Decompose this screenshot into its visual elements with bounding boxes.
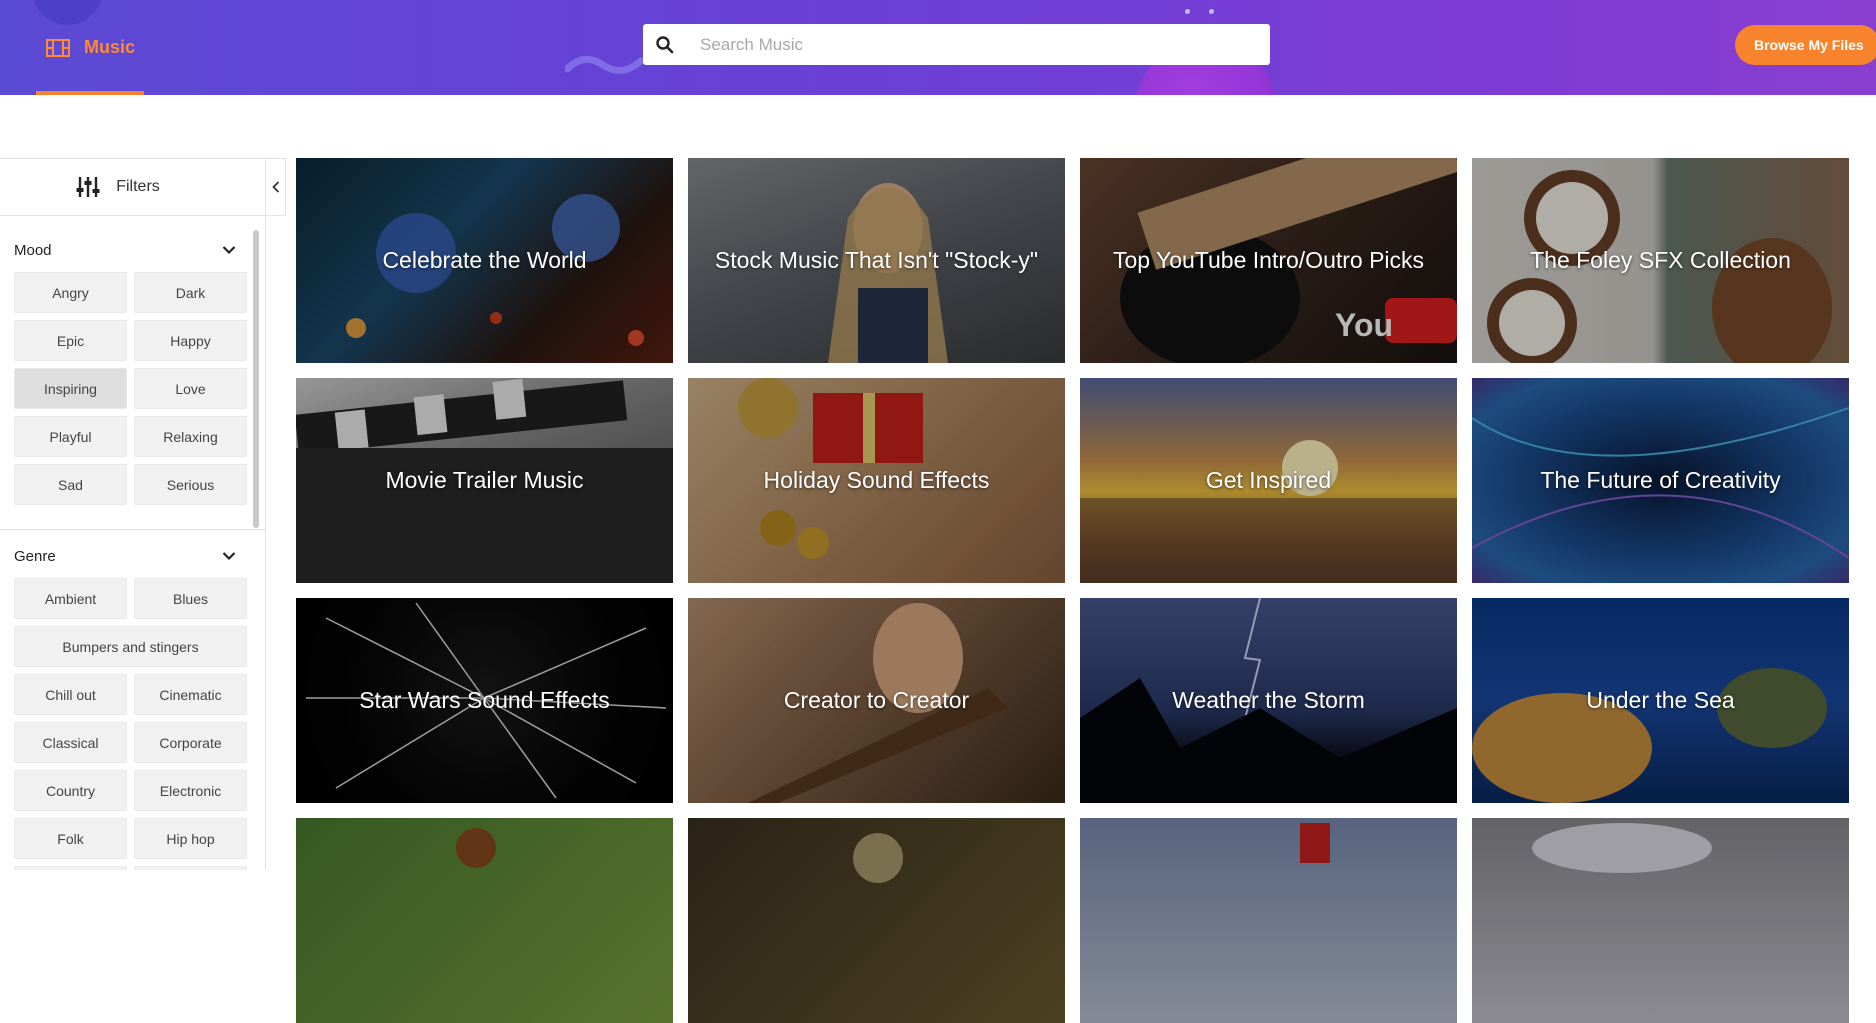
collection-title: The Foley SFX Collection [1530,247,1791,273]
collection-card[interactable]: Star Wars Sound Effects [296,598,673,803]
chevron-left-icon [271,181,279,193]
collection-card[interactable]: You Top YouTube Intro/Outro Picks [1080,158,1457,363]
collection-card[interactable] [688,818,1065,1023]
collection-card[interactable]: Holiday Sound Effects [688,378,1065,583]
genre-chip-bumpers-and-stingers[interactable]: Bumpers and stingers [14,626,247,667]
search-bar[interactable] [643,24,1270,65]
mood-chip-serious[interactable]: Serious [134,464,247,505]
mood-chip-relaxing[interactable]: Relaxing [134,416,247,457]
collection-title: Stock Music That Isn't "Stock-y" [714,247,1039,273]
collection-title: Top YouTube Intro/Outro Picks [1112,247,1425,273]
mood-options: Angry Dark Epic Happy Inspiring Love Pla… [14,272,252,505]
genre-section-header[interactable]: Genre [14,534,252,578]
mood-section: Mood Angry Dark Epic Happy Inspiring Lov… [0,228,266,505]
filter-list: Mood Angry Dark Epic Happy Inspiring Lov… [0,228,266,870]
genre-title: Genre [14,547,56,565]
genre-chip-more[interactable] [134,866,247,870]
svg-text:You: You [1335,307,1393,343]
film-icon [46,38,70,57]
mood-chip-inspiring[interactable]: Inspiring [14,368,127,409]
collection-title: Holiday Sound Effects [763,467,990,493]
mood-chip-happy[interactable]: Happy [134,320,247,361]
collection-card[interactable]: Weather the Storm [1080,598,1457,803]
collection-title: Star Wars Sound Effects [359,687,610,713]
mood-chip-epic[interactable]: Epic [14,320,127,361]
collection-card[interactable]: Under the Sea [1472,598,1849,803]
brand-music-tab[interactable]: Music [36,0,144,95]
collection-title: Celebrate the World [382,247,587,273]
collection-card[interactable]: Stock Music That Isn't "Stock-y" [688,158,1065,363]
nature-image [456,828,496,868]
collection-title: Weather the Storm [1172,687,1365,713]
top-header: Music Browse My Files [0,0,1876,95]
mood-chip-angry[interactable]: Angry [14,272,127,313]
genre-chip-hip-hop[interactable]: Hip hop [134,818,247,859]
collection-title: Under the Sea [1586,687,1735,713]
section-divider [0,529,266,530]
mood-chip-love[interactable]: Love [134,368,247,409]
mood-chip-playful[interactable]: Playful [14,416,127,457]
filters-sidebar: Filters Mood Angry Dark Epic Happy Inspi… [0,158,286,870]
chevron-down-icon [222,246,236,255]
decorative-wave [565,56,645,74]
genre-chip-country[interactable]: Country [14,770,127,811]
collapse-sidebar-button[interactable] [266,158,286,216]
filters-header: Filters [0,158,266,216]
genre-chip-blues[interactable]: Blues [134,578,247,619]
search-input[interactable] [700,34,1240,55]
mood-chip-sad[interactable]: Sad [14,464,127,505]
collection-card[interactable]: Celebrate the World [296,158,673,363]
collection-card[interactable] [296,818,673,1023]
mood-chip-dark[interactable]: Dark [134,272,247,313]
collection-card[interactable]: The Foley SFX Collection [1472,158,1849,363]
collection-card[interactable]: Get Inspired [1080,378,1457,583]
chevron-down-icon [222,552,236,561]
collection-title: Get Inspired [1205,467,1332,493]
collection-card[interactable]: Movie Trailer Music [296,378,673,583]
genre-chip-cinematic[interactable]: Cinematic [134,674,247,715]
brand-label: Music [84,37,136,57]
browse-my-files-button[interactable]: Browse My Files [1735,25,1876,65]
genre-chip-classical[interactable]: Classical [14,722,127,763]
collection-card[interactable]: The Future of Creativity [1472,378,1849,583]
genre-chip-corporate[interactable]: Corporate [134,722,247,763]
sliders-icon [76,177,100,197]
collection-title: Creator to Creator [783,687,970,713]
decorative-dots [1185,1,1245,32]
sparkler-image [853,833,903,883]
collection-card[interactable]: Creator to Creator [688,598,1065,803]
sky-flag-image [1300,823,1330,863]
search-icon[interactable] [655,35,675,55]
genre-chip-more[interactable] [14,866,127,870]
genre-chip-electronic[interactable]: Electronic [134,770,247,811]
cloudy-sky-image [1532,823,1712,873]
mood-title: Mood [14,241,52,259]
genre-section: Genre Ambient Blues Bumpers and stingers… [0,534,266,870]
mood-section-header[interactable]: Mood [14,228,252,272]
genre-chip-chill-out[interactable]: Chill out [14,674,127,715]
genre-options: Ambient Blues Bumpers and stingers Chill… [14,578,252,870]
collection-title: Movie Trailer Music [385,467,584,493]
genre-chip-ambient[interactable]: Ambient [14,578,127,619]
active-tab-underline [36,91,144,95]
collection-title: The Future of Creativity [1540,467,1781,493]
collection-card[interactable] [1472,818,1849,1023]
collection-card[interactable] [1080,818,1457,1023]
filters-label: Filters [116,178,160,195]
genre-chip-folk[interactable]: Folk [14,818,127,859]
